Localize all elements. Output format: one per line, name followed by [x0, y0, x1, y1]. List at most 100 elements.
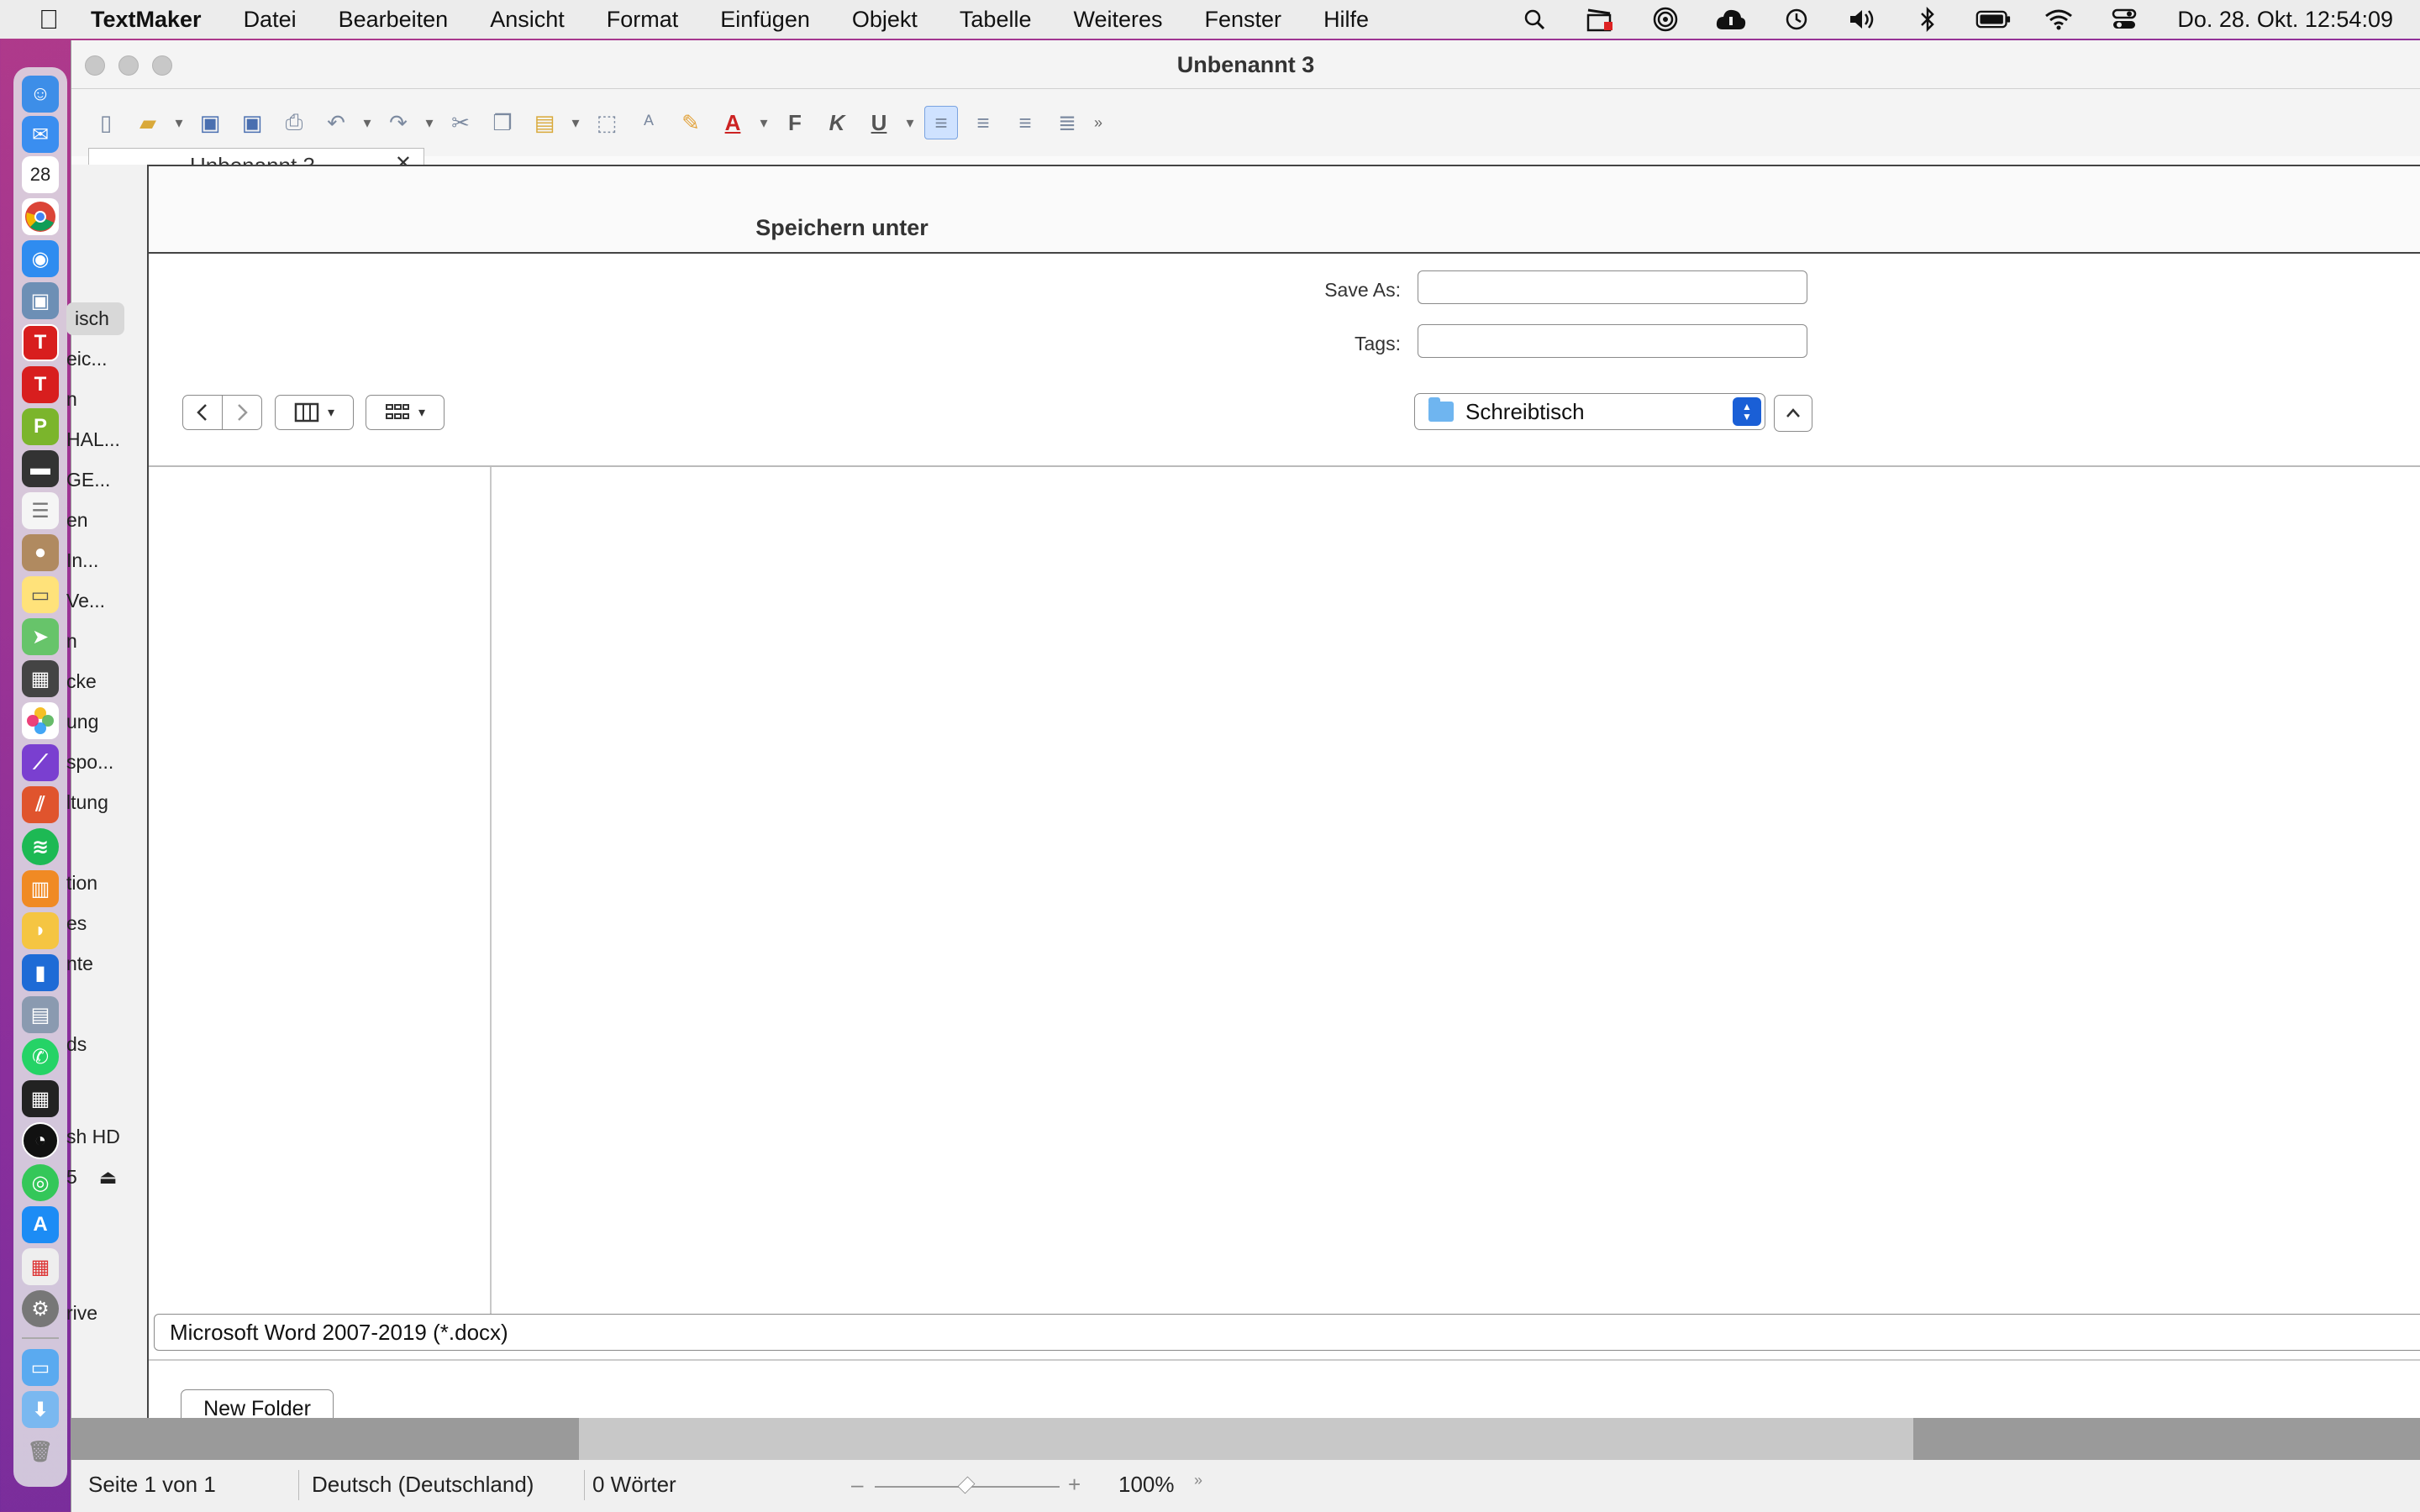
- calculator-icon[interactable]: ▦: [22, 1080, 59, 1117]
- select-object-icon[interactable]: ⬚: [590, 106, 623, 139]
- wifi-icon[interactable]: [2041, 6, 2076, 33]
- sidebar-item[interactable]: rive: [66, 1302, 97, 1325]
- back-button[interactable]: [182, 395, 223, 430]
- italic-icon[interactable]: K: [820, 106, 854, 139]
- menu-ansicht[interactable]: Ansicht: [490, 7, 565, 33]
- status-overflow-icon[interactable]: »: [1194, 1472, 1202, 1489]
- save-as-input[interactable]: [1418, 270, 1807, 304]
- save-as-icon[interactable]: ▣: [235, 106, 269, 139]
- file-format-select[interactable]: Microsoft Word 2007-2019 (*.docx): [154, 1314, 2420, 1351]
- undo-icon[interactable]: ↶: [319, 106, 353, 139]
- zoom-out-icon[interactable]: –: [851, 1472, 863, 1498]
- downloads-folder-icon[interactable]: ⬇: [22, 1391, 59, 1428]
- affinity-designer-icon[interactable]: ⟋: [22, 744, 59, 781]
- sidebar-item[interactable]: spo...: [66, 751, 113, 774]
- sidebar-item[interactable]: ltung: [66, 791, 108, 814]
- column-divider[interactable]: [490, 467, 492, 1314]
- sidebar-item[interactable]: n: [66, 630, 77, 653]
- launchpad-icon[interactable]: ▦: [22, 1248, 59, 1285]
- reminders-icon[interactable]: ☰: [22, 492, 59, 529]
- photo-booth-icon[interactable]: ▦: [22, 660, 59, 697]
- time-machine-icon[interactable]: [1779, 6, 1814, 33]
- control-center-icon[interactable]: [2107, 6, 2142, 33]
- textmaker-icon[interactable]: T: [22, 324, 59, 361]
- menu-tabelle[interactable]: Tabelle: [960, 7, 1032, 33]
- system-preferences-icon[interactable]: ⚙: [22, 1290, 59, 1327]
- group-button[interactable]: ▾: [366, 395, 445, 430]
- zoom-slider-thumb[interactable]: [957, 1476, 976, 1494]
- cloud-sync-icon[interactable]: [1713, 6, 1749, 33]
- paste-icon[interactable]: ▤: [528, 106, 561, 139]
- cyberduck-icon[interactable]: ◗: [22, 912, 59, 949]
- view-mode-button[interactable]: ▾: [275, 395, 354, 430]
- align-right-icon[interactable]: ≡: [1008, 106, 1042, 139]
- menu-datei[interactable]: Datei: [244, 7, 297, 33]
- font-color-dropdown-icon[interactable]: ▾: [755, 106, 772, 139]
- align-left-icon[interactable]: ≡: [924, 106, 958, 139]
- spellcheck-icon[interactable]: ᴬ: [632, 106, 666, 139]
- maps-icon[interactable]: ➤: [22, 618, 59, 655]
- find-my-icon[interactable]: ◎: [22, 1164, 59, 1201]
- sidebar-item[interactable]: nte: [66, 953, 93, 975]
- menu-fenster[interactable]: Fenster: [1205, 7, 1282, 33]
- affinity-publisher-icon[interactable]: ⫽: [22, 786, 59, 823]
- contacts-icon[interactable]: ●: [22, 534, 59, 571]
- font-color-icon[interactable]: A: [716, 106, 750, 139]
- redo-icon[interactable]: ↷: [381, 106, 415, 139]
- safari-icon[interactable]: ◉: [22, 240, 59, 277]
- open-dropdown-icon[interactable]: ▾: [171, 106, 187, 139]
- cut-icon[interactable]: ✂: [444, 106, 477, 139]
- volume-icon[interactable]: [1844, 6, 1880, 33]
- airdrop-icon[interactable]: [1648, 6, 1683, 33]
- eject-icon[interactable]: ⏏: [99, 1166, 118, 1188]
- tags-input[interactable]: [1418, 324, 1807, 358]
- menu-weiteres[interactable]: Weiteres: [1073, 7, 1162, 33]
- preview-icon[interactable]: ▣: [22, 282, 59, 319]
- undo-dropdown-icon[interactable]: ▾: [359, 106, 376, 139]
- new-document-icon[interactable]: ▯: [89, 106, 123, 139]
- forward-button[interactable]: [222, 395, 262, 430]
- sidebar-item[interactable]: 5 ⏏: [66, 1166, 118, 1189]
- disk-utility-icon[interactable]: ▬: [22, 450, 59, 487]
- trash-icon[interactable]: 🗑: [22, 1433, 59, 1470]
- mail-icon[interactable]: ✉: [22, 116, 59, 153]
- spotify-icon[interactable]: ≋: [22, 828, 59, 865]
- books-icon[interactable]: ▥: [22, 870, 59, 907]
- horizontal-scrollbar[interactable]: [71, 1418, 2420, 1460]
- format-painter-icon[interactable]: ✎: [674, 106, 708, 139]
- battery-icon[interactable]: [1975, 6, 2011, 33]
- location-select[interactable]: Schreibtisch ▲ ▼: [1414, 393, 1765, 430]
- sidebar-item-desktop[interactable]: isch: [66, 302, 124, 335]
- expand-dialog-button[interactable]: [1774, 395, 1812, 432]
- toolbar-overflow-icon[interactable]: »: [1090, 106, 1107, 139]
- file-browser[interactable]: [149, 465, 2420, 1314]
- sidebar-item[interactable]: ds: [66, 1033, 87, 1056]
- sidebar-item[interactable]: HAL...: [66, 428, 120, 451]
- textmaker-second-icon[interactable]: T: [22, 366, 59, 403]
- redo-dropdown-icon[interactable]: ▾: [421, 106, 438, 139]
- sidebar-item[interactable]: GE...: [66, 469, 110, 491]
- parallels-icon[interactable]: ▮: [22, 954, 59, 991]
- speedometer-icon[interactable]: ◔: [22, 1122, 59, 1159]
- align-center-icon[interactable]: ≡: [966, 106, 1000, 139]
- sidebar-item[interactable]: sh HD: [66, 1126, 120, 1148]
- whatsapp-icon[interactable]: ✆: [22, 1038, 59, 1075]
- status-page[interactable]: Seite 1 von 1: [88, 1472, 216, 1498]
- menu-einfuegen[interactable]: Einfügen: [720, 7, 810, 33]
- presentations-icon[interactable]: P: [22, 408, 59, 445]
- spotlight-search-icon[interactable]: [1517, 6, 1552, 33]
- notes-icon[interactable]: ▭: [22, 576, 59, 613]
- underline-icon[interactable]: U: [862, 106, 896, 139]
- print-icon[interactable]: ⎙: [277, 106, 311, 139]
- photos-icon[interactable]: [22, 702, 59, 739]
- paste-dropdown-icon[interactable]: ▾: [567, 106, 584, 139]
- sidebar-item[interactable]: ung: [66, 711, 98, 733]
- menu-clock[interactable]: Do. 28. Okt. 12:54:09: [2177, 7, 2393, 33]
- sidebar-item[interactable]: en: [66, 509, 88, 532]
- menu-bearbeiten[interactable]: Bearbeiten: [339, 7, 449, 33]
- menu-format[interactable]: Format: [607, 7, 679, 33]
- mail-archive-icon[interactable]: ▤: [22, 996, 59, 1033]
- apple-menu-icon[interactable]: : [32, 4, 66, 35]
- status-zoom[interactable]: 100%: [1118, 1472, 1175, 1498]
- folder-icon-dock[interactable]: ▭: [22, 1349, 59, 1386]
